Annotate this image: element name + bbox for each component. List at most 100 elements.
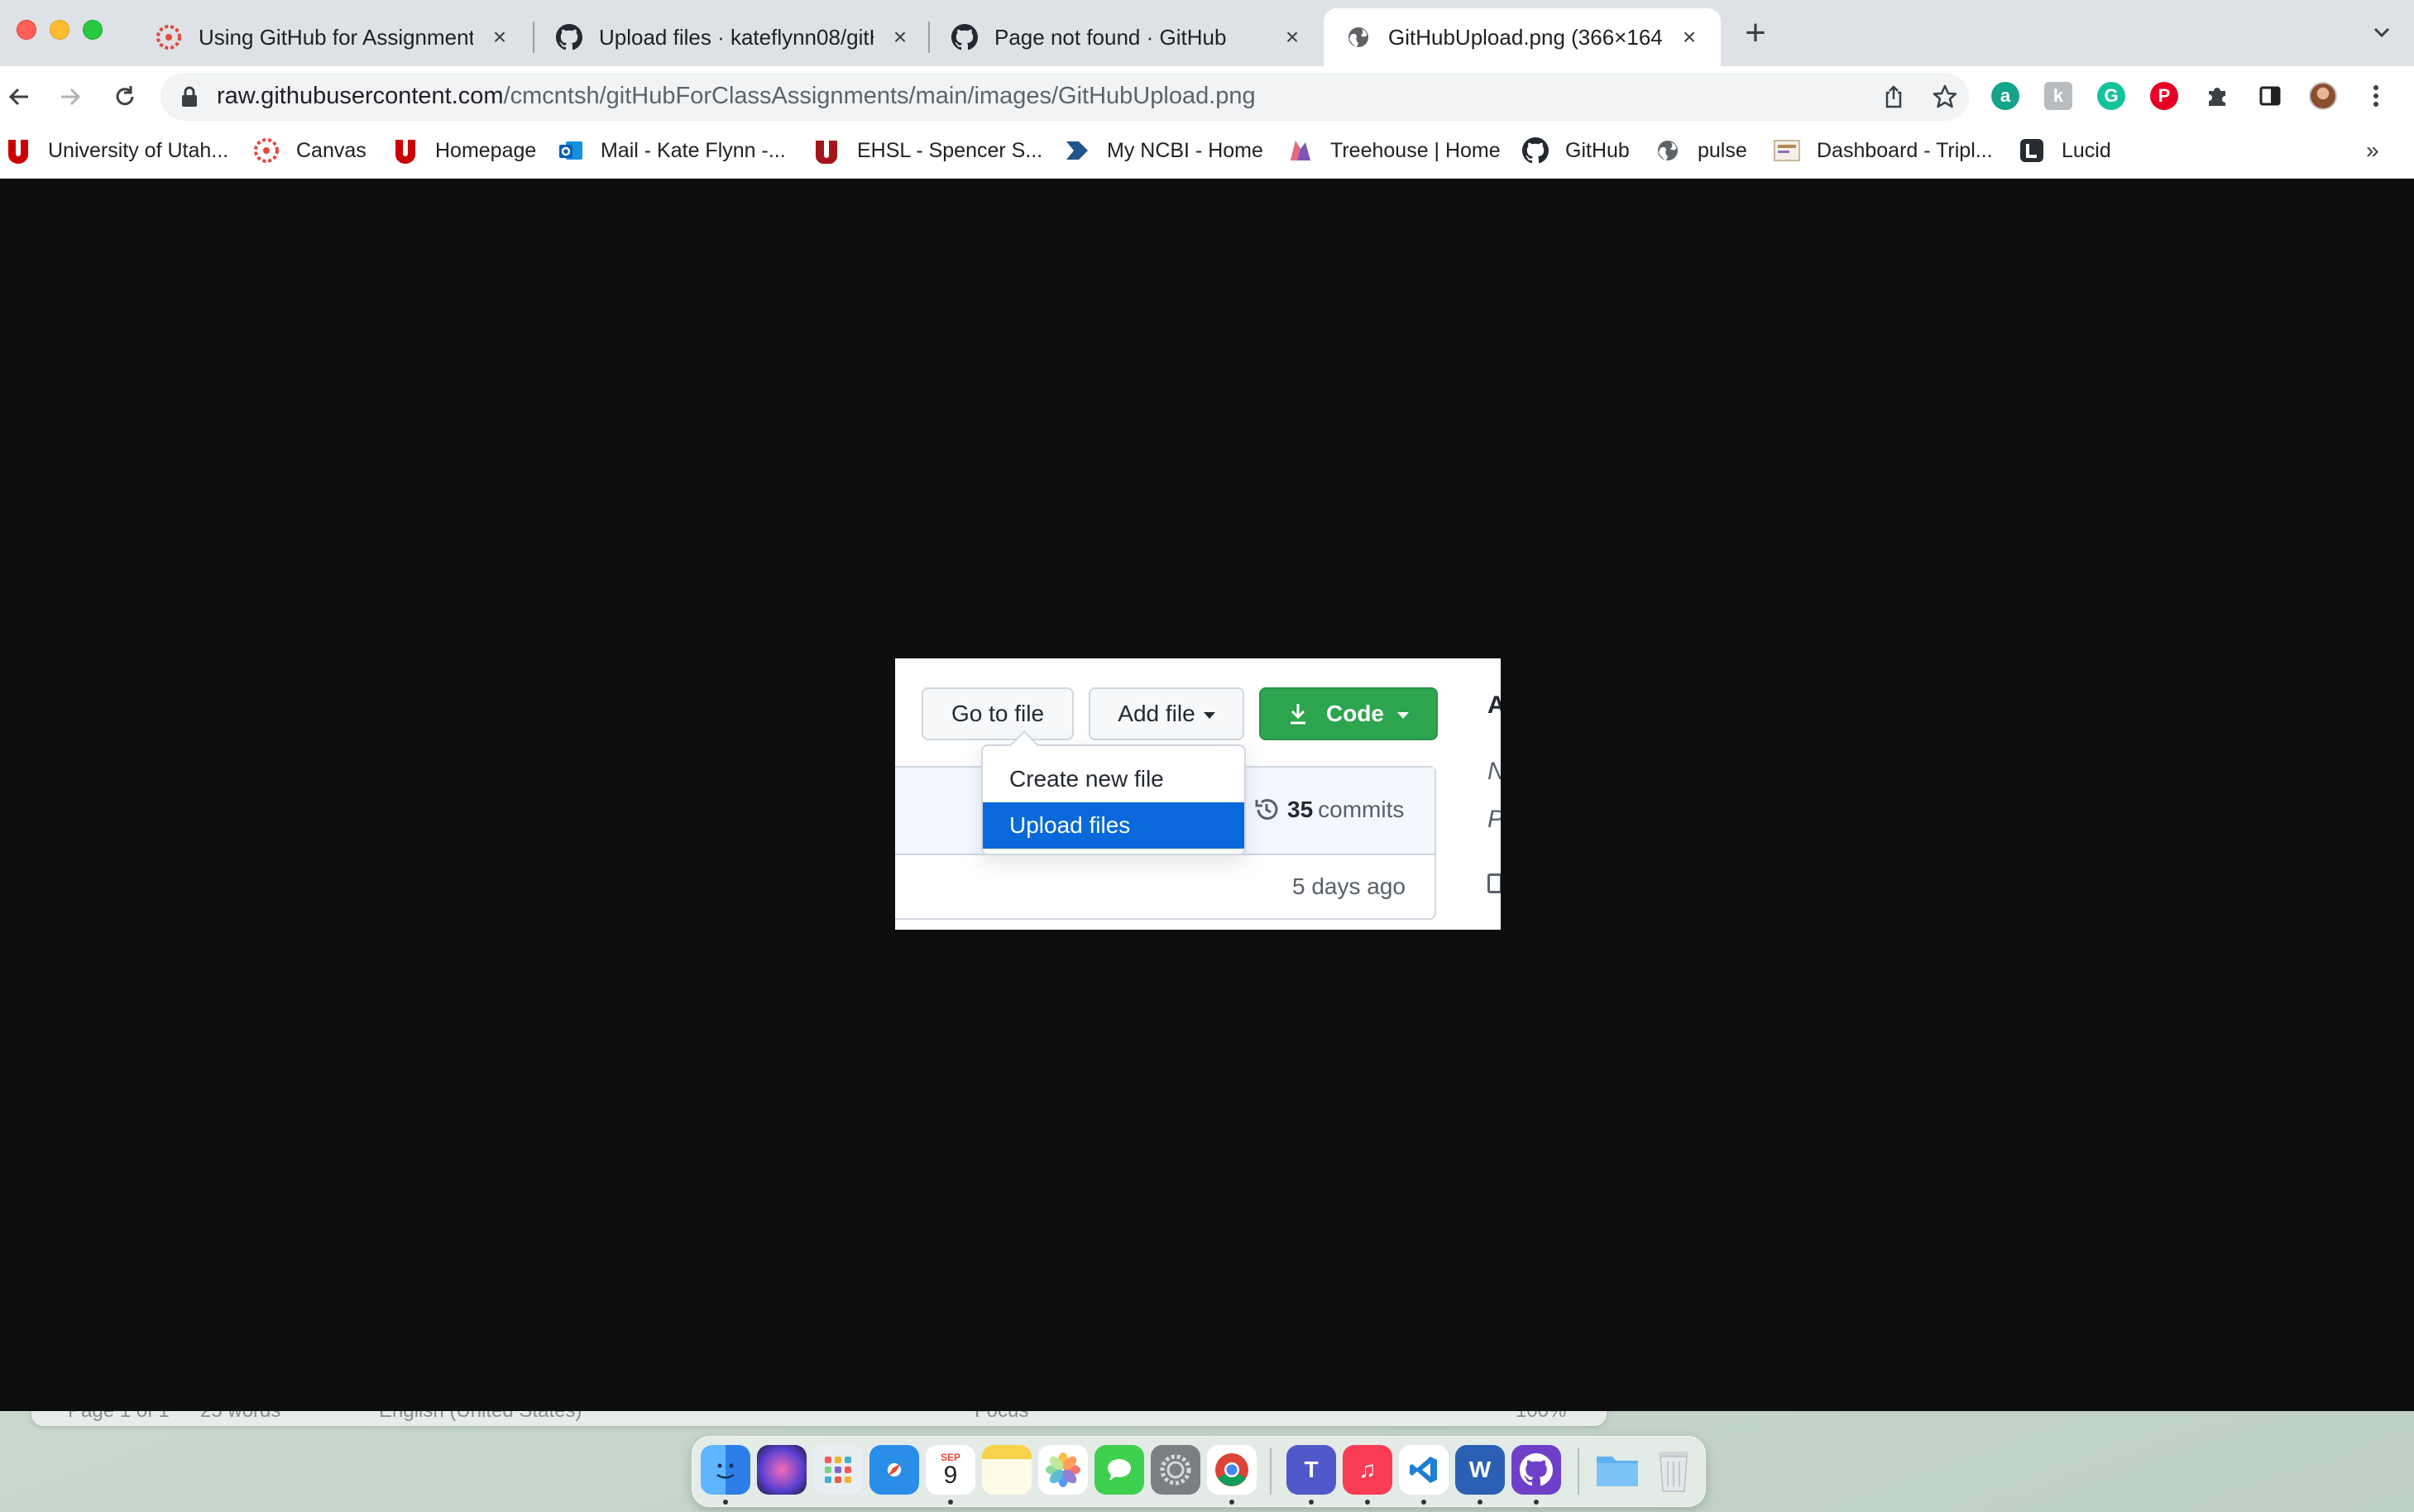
- commits-number: 35: [1287, 797, 1314, 822]
- caret-down-icon: [1397, 712, 1409, 719]
- running-indicator: [948, 1500, 953, 1505]
- add-file-button: Add file: [1089, 687, 1244, 740]
- extension-k-icon[interactable]: k: [2042, 79, 2075, 112]
- pinterest-icon[interactable]: P: [2148, 79, 2181, 112]
- running-indicator: [1229, 1500, 1234, 1505]
- bookmark-star-icon[interactable]: [1931, 83, 1959, 111]
- close-window-button[interactable]: [17, 20, 36, 40]
- ehsl-icon: [814, 137, 841, 164]
- bookmark-label: Canvas: [296, 138, 366, 162]
- dock-separator: [1270, 1448, 1272, 1495]
- safari-icon[interactable]: [869, 1445, 919, 1495]
- grammarly-alt-icon[interactable]: a: [1989, 79, 2022, 112]
- close-icon[interactable]: ×: [1678, 26, 1701, 49]
- siri-icon[interactable]: [757, 1445, 807, 1495]
- url-path: /cmcntsh/gitHubForClassAssignments/main/…: [503, 83, 1256, 109]
- bookmark-label: Homepage: [435, 138, 537, 162]
- bookmark-label: Dashboard - Tripl...: [1817, 138, 1993, 162]
- tab-title: Page not found · GitHub: [994, 24, 1227, 50]
- profile-avatar[interactable]: [2306, 79, 2340, 112]
- finder-icon[interactable]: [701, 1445, 750, 1495]
- tab-upload-files[interactable]: Upload files · kateflynn08/gitH ×: [534, 8, 932, 66]
- bookmark-my-ncbi[interactable]: My NCBI - Home: [1064, 134, 1263, 167]
- bookmark-github[interactable]: GitHub: [1522, 134, 1630, 167]
- bookmark-homepage[interactable]: Homepage: [392, 134, 536, 167]
- browser-menu-kebab-icon[interactable]: [2359, 79, 2392, 112]
- commits-label: commits: [1318, 797, 1405, 822]
- browser-toolbar: raw.githubusercontent.com/cmcntsh/gitHub…: [0, 66, 2414, 127]
- music-icon[interactable]: ♫: [1343, 1445, 1392, 1495]
- minimize-window-button[interactable]: [50, 20, 69, 40]
- treehouse-icon: [1287, 137, 1314, 164]
- dock-separator: [1578, 1448, 1579, 1495]
- folder-icon[interactable]: [1593, 1445, 1642, 1495]
- bookmark-canvas[interactable]: Canvas: [253, 134, 366, 167]
- tab-page-not-found[interactable]: Page not found · GitHub ×: [930, 8, 1324, 66]
- zoom-window-button[interactable]: [83, 20, 103, 40]
- bookmark-treehouse[interactable]: Treehouse | Home: [1287, 134, 1501, 167]
- menu-item-label: Upload files: [1009, 812, 1131, 838]
- cropped-text-n: N: [1487, 758, 1501, 786]
- tab-title: Using GitHub for Assignments: [199, 24, 473, 50]
- add-file-dropdown-menu: Create new file Upload files: [981, 744, 1246, 855]
- vscode-icon[interactable]: [1399, 1445, 1449, 1495]
- tab-strip: Using GitHub for Assignments × Upload fi…: [0, 0, 2414, 66]
- messages-icon[interactable]: [1094, 1445, 1144, 1495]
- trash-icon[interactable]: [1649, 1445, 1698, 1495]
- download-icon: [1288, 702, 1308, 725]
- bookmark-dashboard[interactable]: Dashboard - Tripl...: [1774, 134, 1993, 167]
- side-panel-icon[interactable]: [2254, 79, 2287, 112]
- url-text[interactable]: raw.githubusercontent.com/cmcntsh/gitHub…: [217, 83, 1256, 110]
- running-indicator: [1421, 1500, 1426, 1505]
- close-icon[interactable]: ×: [1281, 26, 1304, 49]
- canvas-icon: [253, 137, 280, 164]
- forward-button[interactable]: [51, 78, 89, 116]
- github-upload-screenshot[interactable]: Go to file Add file Code A 35 commits 5 d…: [895, 658, 1501, 930]
- bookmark-label: My NCBI - Home: [1107, 138, 1263, 162]
- more-bookmarks-chevron-icon[interactable]: »: [2366, 137, 2379, 164]
- lock-icon[interactable]: [179, 85, 200, 108]
- bookmark-pulse[interactable]: pulse: [1655, 134, 1747, 167]
- running-indicator: [1365, 1500, 1370, 1505]
- image-viewport: Go to file Add file Code A 35 commits 5 d…: [0, 179, 2414, 1411]
- word-icon[interactable]: W: [1455, 1445, 1505, 1495]
- canvas-icon: [156, 24, 182, 50]
- notes-icon[interactable]: [982, 1445, 1032, 1495]
- bookmarks-bar: University of Utah... Canvas Homepage Ma…: [0, 127, 2414, 179]
- tab-using-github[interactable]: Using GitHub for Assignments ×: [134, 8, 531, 66]
- launchpad-icon[interactable]: [813, 1445, 863, 1495]
- tab-title: GitHubUpload.png (366×164): [1388, 24, 1663, 50]
- bookmark-ehsl[interactable]: EHSL - Spencer S...: [814, 134, 1042, 167]
- github-icon: [556, 24, 582, 50]
- grammarly-icon[interactable]: G: [2095, 79, 2128, 112]
- github-desktop-icon[interactable]: [1511, 1445, 1561, 1495]
- new-tab-button[interactable]: +: [1737, 15, 1774, 53]
- close-icon[interactable]: ×: [888, 26, 912, 49]
- close-icon[interactable]: ×: [488, 26, 511, 49]
- teams-icon[interactable]: T: [1286, 1445, 1336, 1495]
- cropped-checkbox-shape: [1487, 873, 1501, 893]
- utah-u-icon: [392, 137, 419, 164]
- tab-githubupload-png[interactable]: GitHubUpload.png (366×164) ×: [1324, 8, 1721, 66]
- menu-item-create-new-file: Create new file: [983, 756, 1244, 802]
- photos-icon[interactable]: [1038, 1445, 1088, 1495]
- address-bar[interactable]: raw.githubusercontent.com/cmcntsh/gitHub…: [160, 73, 1969, 121]
- share-icon[interactable]: [1881, 84, 1906, 109]
- chrome-icon[interactable]: [1207, 1445, 1257, 1495]
- bookmark-mail[interactable]: Mail - Kate Flynn -...: [558, 134, 786, 167]
- bookmark-lucid[interactable]: Lucid: [2019, 134, 2111, 167]
- code-label: Code: [1326, 701, 1384, 726]
- extensions-puzzle-icon[interactable]: [2201, 79, 2234, 112]
- back-button[interactable]: [0, 78, 38, 116]
- bookmark-university-of-utah[interactable]: University of Utah...: [5, 134, 228, 167]
- cropped-text-p: P: [1487, 806, 1501, 834]
- github-icon: [951, 24, 978, 50]
- calendar-icon[interactable]: SEP 9: [926, 1445, 975, 1495]
- outlook-icon: [558, 137, 584, 164]
- add-file-label: Add file: [1118, 701, 1195, 726]
- system-settings-icon[interactable]: [1151, 1445, 1200, 1495]
- reload-button[interactable]: [106, 78, 144, 116]
- tab-search-chevron-icon[interactable]: [2368, 18, 2396, 46]
- running-indicator: [1478, 1500, 1482, 1505]
- macos-dock: SEP 9 T ♫ W: [692, 1436, 1706, 1507]
